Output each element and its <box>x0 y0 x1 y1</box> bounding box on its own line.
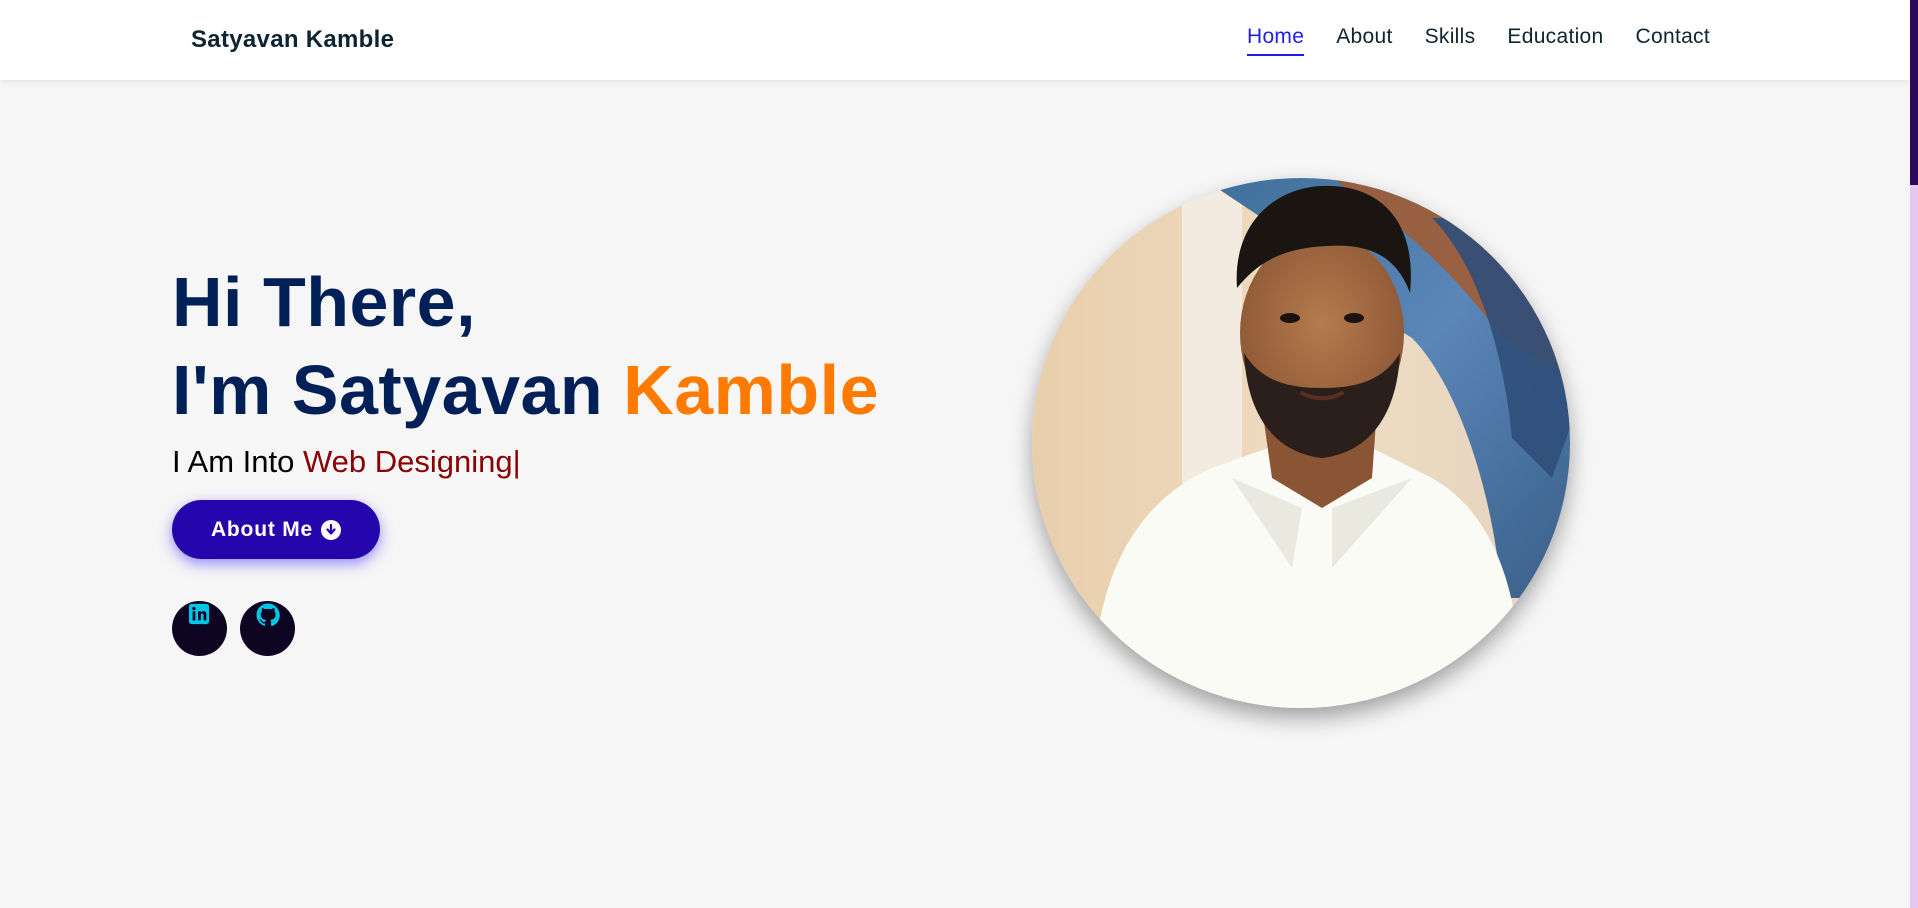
scrollbar-track[interactable] <box>1910 0 1918 908</box>
github-icon <box>256 603 280 627</box>
typed-cursor: | <box>512 444 521 479</box>
social-links <box>172 601 295 656</box>
hero-greeting: Hi There, <box>172 263 477 341</box>
nav-link-education[interactable]: Education <box>1507 25 1603 56</box>
github-link[interactable] <box>240 601 295 656</box>
arrow-circle-down-icon <box>321 519 342 540</box>
typed-role: Web Designing| <box>303 444 521 479</box>
nav-links: Home About Skills Education Contact <box>1246 25 1710 56</box>
brand-logo[interactable]: Satyavan Kamble <box>191 26 394 54</box>
typed-text: I Am Into Web Designing| <box>172 444 879 480</box>
hero-intro: I'm Satyavan Kamble <box>172 346 879 434</box>
hero-intro-prefix: I'm Satyavan <box>172 351 604 429</box>
profile-photo <box>1032 178 1570 708</box>
typed-role-text: Web Designing <box>302 444 513 479</box>
linkedin-link[interactable] <box>172 601 227 656</box>
about-me-button[interactable]: About Me <box>172 500 380 559</box>
navbar: Satyavan Kamble Home About Skills Educat… <box>0 0 1910 80</box>
nav-link-skills[interactable]: Skills <box>1425 25 1476 56</box>
nav-link-about[interactable]: About <box>1336 25 1392 56</box>
nav-link-contact[interactable]: Contact <box>1636 25 1710 56</box>
hero-intro-highlight: Kamble <box>623 351 880 429</box>
linkedin-icon <box>188 603 210 625</box>
hero-text: Hi There, I'm Satyavan Kamble I Am Into … <box>172 258 879 480</box>
about-me-label: About Me <box>210 517 314 541</box>
scrollbar-thumb[interactable] <box>1910 0 1918 185</box>
typed-prefix: I Am Into <box>172 444 295 479</box>
nav-link-home[interactable]: Home <box>1246 25 1305 56</box>
profile-photo-illustration <box>1032 178 1570 708</box>
